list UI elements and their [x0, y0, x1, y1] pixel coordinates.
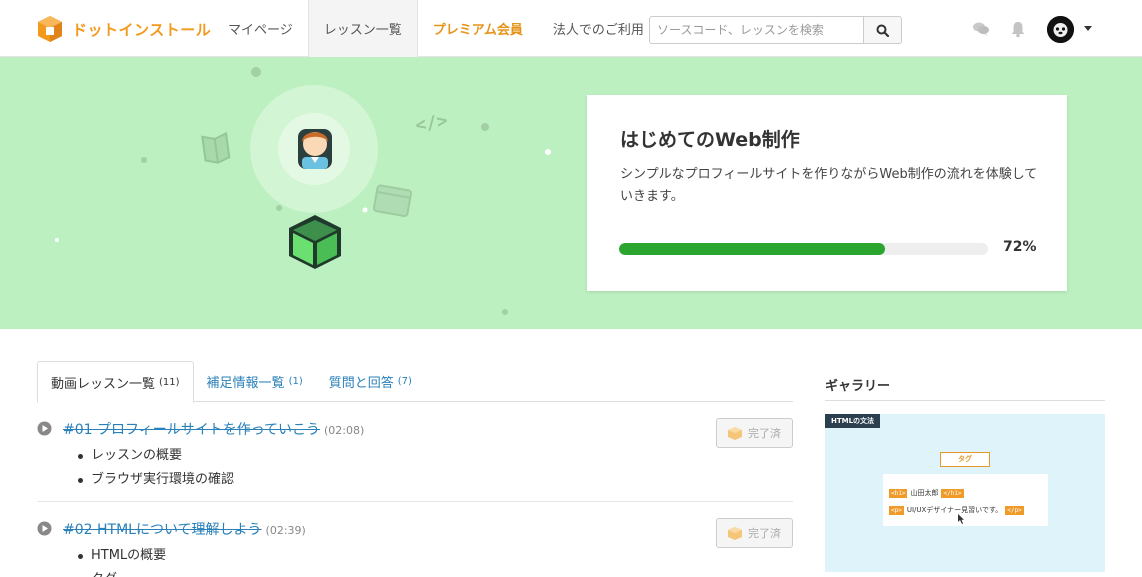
- course-card: はじめてのWeb制作 シンプルなプロフィールサイトを作りながらWeb制作の流れを…: [587, 95, 1067, 291]
- complete-button[interactable]: 完了済: [716, 518, 793, 548]
- code-tag: </p>: [1005, 505, 1024, 515]
- lesson-duration: (02:39): [265, 524, 306, 537]
- bell-icon[interactable]: [1009, 20, 1027, 38]
- avatar-image: [1047, 16, 1074, 43]
- search-form: [649, 16, 902, 44]
- complete-button[interactable]: 完了済: [716, 418, 793, 448]
- logo-cube-icon: [38, 16, 62, 42]
- gallery-thumbnail[interactable]: HTMLの文法 タグ <h1> 山田太郎 </h1> <p> UI/UXデザイナ…: [825, 414, 1105, 572]
- nav-lessons[interactable]: レッスン一覧: [307, 0, 418, 57]
- code-tag: </h1>: [941, 488, 964, 498]
- topic-item: レッスンの概要: [77, 444, 234, 468]
- svg-text:</>: </>: [414, 110, 450, 136]
- tab-count: (11): [159, 376, 180, 388]
- tab-qa[interactable]: 質問と回答 (7): [316, 361, 425, 402]
- cube-icon: [289, 215, 341, 269]
- lesson-item: #01 プロフィールサイトを作っていこう (02:08) レッスンの概要 ブラウザ…: [37, 418, 793, 498]
- nav-business[interactable]: 法人でのご利用: [538, 0, 659, 57]
- search-icon: [876, 24, 889, 37]
- tab-count: (1): [288, 376, 303, 387]
- nav-premium[interactable]: プレミアム会員: [418, 0, 538, 57]
- lesson-title-text: #02 HTMLについて理解しよう: [63, 522, 262, 538]
- play-icon[interactable]: [37, 421, 52, 436]
- tab-label: 補足情報一覧: [206, 376, 285, 391]
- logo-text: ドットインストール: [72, 20, 212, 39]
- search-button[interactable]: [863, 16, 902, 44]
- code-text: UI/UXデザイナー見習いです。: [906, 506, 1003, 514]
- thumb-tag-callout: タグ: [940, 452, 990, 467]
- topic-item: HTMLの概要: [77, 544, 166, 568]
- complete-label: 完了済: [748, 427, 781, 440]
- tab-label: 質問と回答: [328, 376, 394, 391]
- lesson-duration: (02:08): [324, 424, 365, 437]
- user-avatar[interactable]: [1047, 16, 1074, 43]
- main-nav: マイページ レッスン一覧 プレミアム会員 法人でのご利用: [213, 0, 659, 57]
- cursor-icon: [958, 514, 964, 524]
- lesson-divider: [37, 501, 793, 502]
- gallery-title: ギャラリー: [825, 379, 891, 394]
- box-icon: [728, 426, 742, 440]
- site-header: ドットインストール マイページ レッスン一覧 プレミアム会員 法人でのご利用: [0, 0, 1142, 57]
- course-title: はじめてのWeb制作: [620, 129, 800, 151]
- search-input[interactable]: [649, 16, 863, 44]
- tab-label: 動画レッスン一覧: [51, 376, 156, 392]
- code-tag: <h1>: [889, 488, 908, 498]
- lesson-topics: レッスンの概要 ブラウザ実行環境の確認: [77, 444, 234, 492]
- code-line: <p> UI/UXデザイナー見習いです。 </p>: [889, 505, 1024, 515]
- person-icon: [298, 129, 332, 169]
- lesson-title-link[interactable]: #01 プロフィールサイトを作っていこう (02:08): [63, 419, 364, 439]
- lesson-item: #02 HTMLについて理解しよう(02:39) HTMLの概要 タグ 完了済: [37, 518, 793, 577]
- hero-illustration: </>: [55, 67, 551, 315]
- course-description: シンプルなプロフィールサイトを作りながらWeb制作の流れを体験していきます。: [620, 167, 1038, 204]
- progress-label: 72%: [1003, 239, 1037, 255]
- site-logo[interactable]: ドットインストール: [36, 14, 211, 44]
- progress-bar: [619, 243, 988, 255]
- window-icon: [372, 184, 413, 218]
- topic-item: タグ: [91, 568, 166, 577]
- user-menu-caret-icon[interactable]: [1084, 26, 1092, 31]
- thumb-label: HTMLの文法: [825, 414, 881, 428]
- tab-supplements[interactable]: 補足情報一覧 (1): [194, 361, 316, 402]
- tab-count: (7): [397, 376, 412, 387]
- book-icon: [201, 131, 231, 164]
- lesson-title-link[interactable]: #02 HTMLについて理解しよう (02:39): [63, 519, 306, 539]
- lesson-title-text: #01 プロフィールサイトを作っていこう: [63, 422, 321, 438]
- play-icon[interactable]: [37, 521, 52, 536]
- lesson-tabs: 動画レッスン一覧 (11) 補足情報一覧 (1) 質問と回答 (7): [37, 361, 793, 403]
- lesson-topics: HTMLの概要 タグ: [77, 544, 166, 577]
- code-text: 山田太郎: [910, 489, 939, 497]
- complete-label: 完了済: [748, 527, 781, 540]
- tab-video-lessons[interactable]: 動画レッスン一覧 (11): [37, 361, 194, 403]
- topic-item: ブラウザ実行環境の確認: [77, 468, 234, 492]
- gallery-divider: [825, 400, 1105, 401]
- box-icon: [728, 526, 742, 540]
- code-tag: <p>: [889, 505, 904, 515]
- nav-mypage[interactable]: マイページ: [213, 0, 308, 57]
- code-line: <h1> 山田太郎 </h1>: [889, 488, 964, 498]
- comments-icon[interactable]: [972, 20, 990, 38]
- course-hero: </> はじめてのWeb制作 シンプルなプロフィールサイトを作りながらWeb制作…: [0, 57, 1142, 329]
- progress-fill: [619, 243, 885, 255]
